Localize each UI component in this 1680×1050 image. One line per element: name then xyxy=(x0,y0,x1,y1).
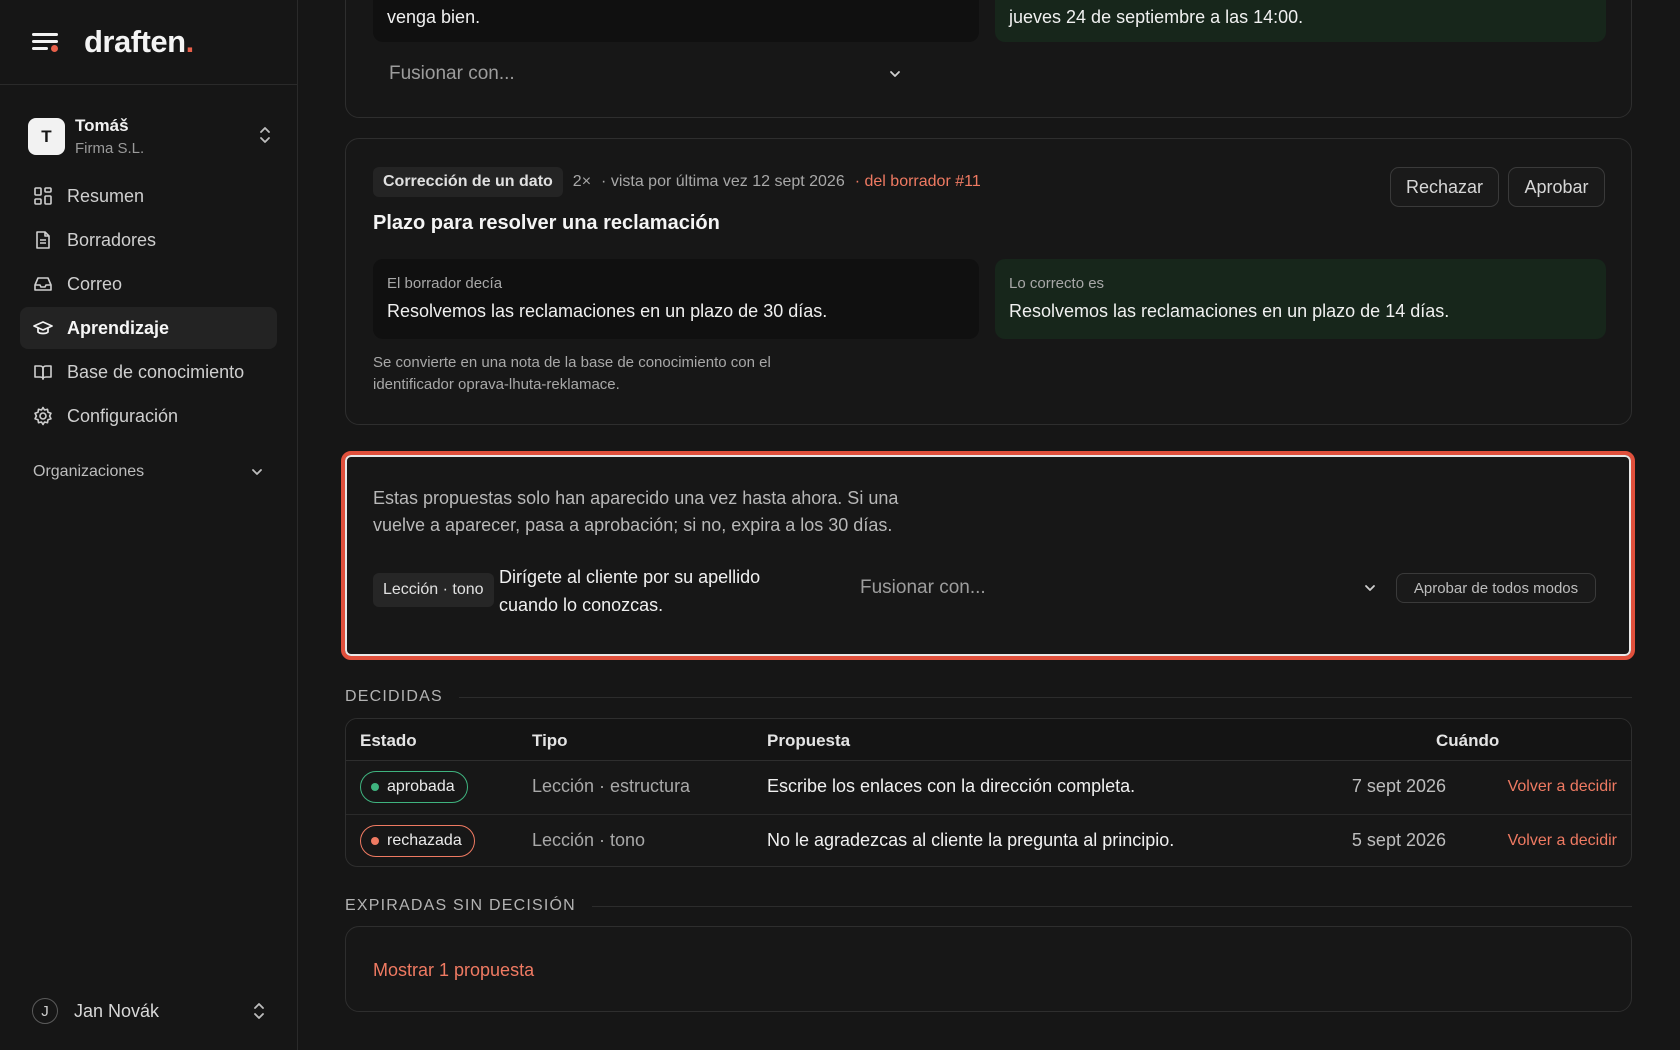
account-switcher[interactable]: T Tomáš Firma S.L. xyxy=(28,116,272,157)
row-proposal: Escribe los enlaces con la dirección com… xyxy=(767,776,1136,796)
account-name: Tomáš xyxy=(75,116,129,135)
account-org: Firma S.L. xyxy=(75,140,145,157)
pending-single-card: Estas propuestas solo han aparecido una … xyxy=(341,451,1635,660)
status-label: aprobada xyxy=(387,778,455,795)
book-icon xyxy=(34,365,52,380)
expired-card: Mostrar 1 propuesta xyxy=(345,926,1632,1012)
decided-section-header: DECIDIDAS xyxy=(345,688,1632,706)
menu-icon[interactable] xyxy=(32,31,60,53)
merge-select-value: Fusionar con... xyxy=(389,63,515,84)
column-cuando[interactable]: Cuándo xyxy=(1436,731,1499,751)
merge-select[interactable]: Fusionar con... xyxy=(860,577,1377,599)
last-seen: · vista por última vez 12 sept 2026 xyxy=(601,173,845,190)
knowledge-note: Se convierte en una nota de la base de c… xyxy=(373,354,771,393)
account-avatar: T xyxy=(28,118,65,155)
status-dot xyxy=(371,837,379,845)
status-label: rechazada xyxy=(387,832,462,849)
proposal-title: Plazo para resolver una reclamación xyxy=(373,212,720,234)
divider xyxy=(458,696,1632,698)
new-text-label: Lo correcto es xyxy=(1009,275,1105,292)
divider xyxy=(591,905,1632,907)
chevron-updown-icon xyxy=(254,1003,264,1019)
user-menu[interactable]: J Jan Novák xyxy=(32,998,266,1024)
sidebar-item-borradores[interactable]: Borradores xyxy=(20,219,277,261)
merge-select[interactable]: Fusionar con... xyxy=(389,63,902,85)
chevron-down-icon xyxy=(1365,585,1375,591)
proposal-card: venga bien. jueves 24 de septiembre a la… xyxy=(345,0,1632,118)
table-header: Estado Tipo Propuesta Cuándo xyxy=(346,719,1631,761)
status-dot xyxy=(371,783,379,791)
expired-section-header: EXPIRADAS SIN DECISIÓN xyxy=(345,897,1632,915)
proposal-type-tag: Corrección de un dato xyxy=(373,167,563,197)
organizations-label: Organizaciones xyxy=(33,463,145,480)
old-text: Resolvemos las reclamaciones en un plazo… xyxy=(387,301,828,321)
pending-intro: Estas propuestas solo han aparecido una … xyxy=(373,488,899,535)
lesson-tag-wrap: Lección · tono xyxy=(373,573,494,607)
chevron-down-icon xyxy=(252,469,262,475)
inbox-icon xyxy=(34,277,52,291)
occurrence-count: 2× xyxy=(572,173,592,190)
redecide-link[interactable]: Volver a decidir xyxy=(1508,832,1617,850)
sidebar: draften. T Tomáš Firma S.L. Resumen Borr… xyxy=(0,0,298,1050)
sidebar-item-resumen[interactable]: Resumen xyxy=(20,175,277,217)
table-row: aprobada Lección · estructura Escribe lo… xyxy=(346,761,1631,814)
graduation-cap-icon xyxy=(33,321,53,335)
sidebar-item-label: Configuración xyxy=(67,405,179,426)
column-propuesta[interactable]: Propuesta xyxy=(767,731,850,751)
row-when: 5 sept 2026 xyxy=(1351,830,1446,850)
decided-heading: DECIDIDAS xyxy=(345,688,443,705)
expired-heading: EXPIRADAS SIN DECISIÓN xyxy=(345,897,576,914)
source-draft-link[interactable]: · del borrador #11 xyxy=(855,173,981,191)
proposal-card: Corrección de un dato 2× · vista por últ… xyxy=(345,138,1632,425)
new-text-box: Lo correcto es Resolvemos las reclamacio… xyxy=(995,259,1606,339)
organizations-toggle[interactable]: Organizaciones xyxy=(33,463,264,481)
show-expired-button[interactable]: Mostrar 1 propuesta xyxy=(373,960,534,981)
sidebar-item-label: Resumen xyxy=(67,185,145,206)
chevron-down-icon xyxy=(890,71,900,77)
main-content: venga bien. jueves 24 de septiembre a la… xyxy=(298,0,1680,1050)
row-type: Lección · estructura xyxy=(532,776,691,796)
sidebar-item-aprendizaje[interactable]: Aprendizaje xyxy=(20,307,277,349)
document-icon xyxy=(36,231,50,249)
gear-icon xyxy=(34,406,52,426)
row-proposal: No le agradezcas al cliente la pregunta … xyxy=(767,830,1175,850)
status-badge: rechazada xyxy=(360,825,475,857)
proposal-meta: Corrección de un dato 2× · vista por últ… xyxy=(373,167,981,197)
column-estado[interactable]: Estado xyxy=(360,731,417,751)
approve-button[interactable]: Aprobar xyxy=(1508,167,1605,207)
old-text-label: El borrador decía xyxy=(387,275,503,292)
table-row: rechazada Lección · tono No le agradezca… xyxy=(346,814,1631,866)
lesson-text: Dirígete al cliente por su apellido cuan… xyxy=(499,567,761,615)
status-badge: aprobada xyxy=(360,771,468,803)
decided-table: Estado Tipo Propuesta Cuándo aprobada Le… xyxy=(345,718,1632,867)
sidebar-item-base-de-conocimiento[interactable]: Base de conocimiento xyxy=(20,351,277,393)
sidebar-item-label: Aprendizaje xyxy=(67,317,170,338)
old-text-box: El borrador decía Resolvemos las reclama… xyxy=(373,259,979,339)
row-type: Lección · tono xyxy=(532,830,646,850)
brand-header: draften. xyxy=(0,0,297,85)
sidebar-nav: Resumen Borradores Correo Aprendizaje Ba… xyxy=(0,175,297,437)
lesson-type-tag: Lección · tono xyxy=(373,573,494,607)
new-text: jueves 24 de septiembre a las 14:00. xyxy=(1009,7,1304,27)
new-text: Resolvemos las reclamaciones en un plazo… xyxy=(1009,301,1450,321)
old-text-box: venga bien. xyxy=(373,0,979,42)
sidebar-item-label: Base de conocimiento xyxy=(67,361,245,382)
reject-button[interactable]: Rechazar xyxy=(1390,167,1499,207)
new-text-box: jueves 24 de septiembre a las 14:00. xyxy=(995,0,1606,42)
chevron-updown-icon xyxy=(260,127,270,143)
dashboard-icon xyxy=(34,187,52,205)
approve-anyway-button[interactable]: Aprobar de todos modos xyxy=(1396,573,1596,603)
sidebar-item-configuracion[interactable]: Configuración xyxy=(20,395,277,437)
user-name: Jan Novák xyxy=(74,1000,160,1021)
sidebar-item-label: Borradores xyxy=(67,229,157,250)
redecide-link[interactable]: Volver a decidir xyxy=(1508,778,1617,796)
column-tipo[interactable]: Tipo xyxy=(532,731,568,751)
merge-select-value: Fusionar con... xyxy=(860,577,986,598)
old-text: venga bien. xyxy=(387,7,481,27)
sidebar-item-correo[interactable]: Correo xyxy=(20,263,277,305)
sidebar-item-label: Correo xyxy=(67,273,123,294)
user-avatar: J xyxy=(32,998,58,1024)
app-logo[interactable]: draften. xyxy=(84,24,194,60)
row-when: 7 sept 2026 xyxy=(1351,776,1446,796)
